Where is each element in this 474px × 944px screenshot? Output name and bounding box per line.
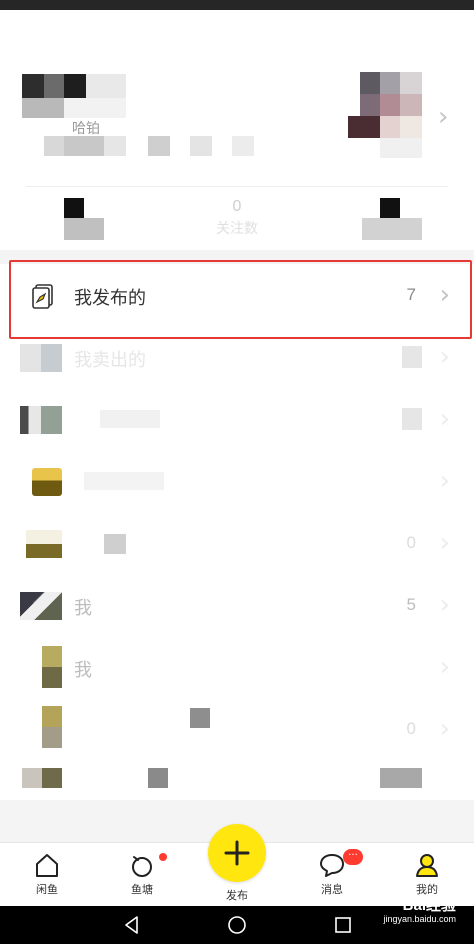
list-icon: [42, 706, 62, 748]
menu-item-favorites[interactable]: 0 ›: [0, 512, 474, 574]
chevron-right-icon: ›: [439, 404, 450, 434]
tab-label: 鱼塘: [131, 884, 153, 896]
menu-item-label: 我卖出的: [74, 350, 146, 370]
recents-icon[interactable]: [333, 915, 353, 935]
menu-item-history[interactable]: 我 5 ›: [0, 574, 474, 636]
publish-button[interactable]: [208, 824, 266, 882]
menu-item-orders[interactable]: 0 ›: [0, 698, 474, 760]
stat-following-label: 关注数: [216, 220, 258, 236]
chevron-right-icon: ›: [439, 280, 450, 310]
published-document-icon: [30, 282, 58, 310]
tab-messages[interactable]: ··· 消息: [287, 843, 377, 907]
profile-icon: [416, 854, 438, 877]
home-circle-icon[interactable]: [227, 915, 247, 935]
chevron-right-icon: ›: [439, 342, 450, 372]
status-bar: [0, 0, 474, 10]
tab-label: 我的: [416, 884, 438, 896]
message-badge: ···: [343, 849, 363, 865]
chevron-right-icon: ›: [439, 652, 450, 682]
watermark-brand: Bai经验: [402, 897, 456, 914]
bought-icon: [20, 406, 62, 434]
blur-block: [190, 708, 210, 728]
menu-item-coupon[interactable]: ›: [0, 450, 474, 512]
menu-item-label: 我发布的: [74, 288, 146, 308]
back-icon[interactable]: [122, 915, 142, 935]
menu-item-sold[interactable]: 我卖出的 ›: [0, 326, 474, 388]
blur-block: [148, 768, 168, 788]
blur-block: [22, 768, 42, 788]
menu-item-count: 7: [406, 285, 416, 304]
menu-item-count: 0: [406, 533, 416, 552]
menu-item-label: 我: [74, 660, 92, 680]
avatar[interactable]: [348, 72, 424, 158]
blur-block: [402, 408, 422, 430]
blur-block: [100, 410, 160, 428]
username-blurred: [22, 74, 126, 122]
blur-block: [42, 768, 62, 788]
blur-block: [104, 534, 126, 554]
profile-name: 哈铂: [72, 120, 100, 136]
tab-label: 消息: [321, 884, 343, 896]
coupon-icon: [32, 468, 62, 496]
notification-dot: [159, 853, 167, 861]
plus-icon: [224, 840, 250, 866]
tab-home[interactable]: 闲鱼: [2, 843, 92, 907]
profile-header[interactable]: 哈铂 › 0 关注数: [0, 10, 474, 250]
menu-item-bought[interactable]: ›: [0, 388, 474, 450]
message-icon: [320, 854, 344, 877]
stat-following-count: 0: [232, 198, 242, 215]
menu-item-saved[interactable]: 我 ›: [0, 636, 474, 698]
menu-item-label: 我: [74, 598, 92, 618]
menu-item-published[interactable]: 我发布的 7 ›: [0, 264, 474, 326]
blur-block: [380, 768, 422, 788]
publish-label: 发布: [226, 890, 248, 902]
tab-pond[interactable]: 鱼塘: [97, 843, 187, 907]
chevron-right-icon: ›: [439, 466, 450, 496]
home-icon: [36, 854, 58, 877]
watermark-url: jingyan.baidu.com: [383, 913, 456, 924]
pond-icon: [132, 856, 152, 877]
sold-icon: [20, 344, 62, 372]
watermark: Bai经验 jingyan.baidu.com: [383, 897, 456, 924]
blur-block: [402, 346, 422, 368]
tab-label: 闲鱼: [36, 884, 58, 896]
blur-block: [84, 472, 164, 490]
history-icon: [20, 592, 62, 620]
stat-following[interactable]: 0 关注数: [207, 198, 267, 238]
chevron-right-icon: ›: [439, 714, 450, 744]
menu-item-more[interactable]: [0, 760, 474, 800]
menu-item-count: 5: [406, 595, 416, 614]
bookmark-icon: [42, 646, 62, 688]
chevron-right-icon: ›: [439, 528, 450, 558]
divider: [26, 186, 448, 187]
chevron-right-icon: ›: [438, 102, 449, 132]
menu-item-count: 0: [406, 719, 416, 738]
profile-subtitle-blurred: [44, 136, 254, 158]
star-icon: [26, 530, 62, 558]
chevron-right-icon: ›: [439, 590, 450, 620]
